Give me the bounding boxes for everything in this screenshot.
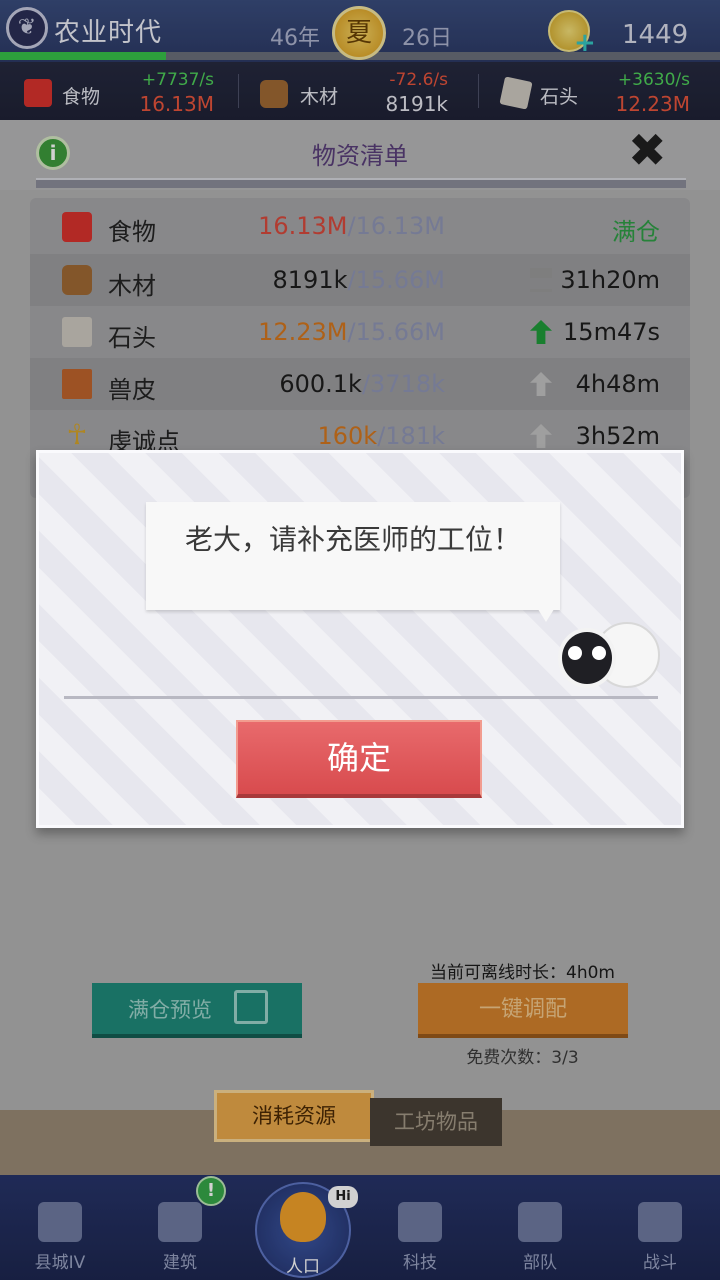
speech-bubble-tail (536, 606, 556, 622)
sheep-eye (568, 646, 582, 660)
dialog-message: 老大，请补充医师的工位！ (184, 523, 521, 556)
confirm-button[interactable]: 确定 (236, 720, 482, 798)
sheep-face (558, 628, 616, 688)
sheep-eye (592, 646, 606, 660)
dialog-divider (64, 696, 658, 699)
